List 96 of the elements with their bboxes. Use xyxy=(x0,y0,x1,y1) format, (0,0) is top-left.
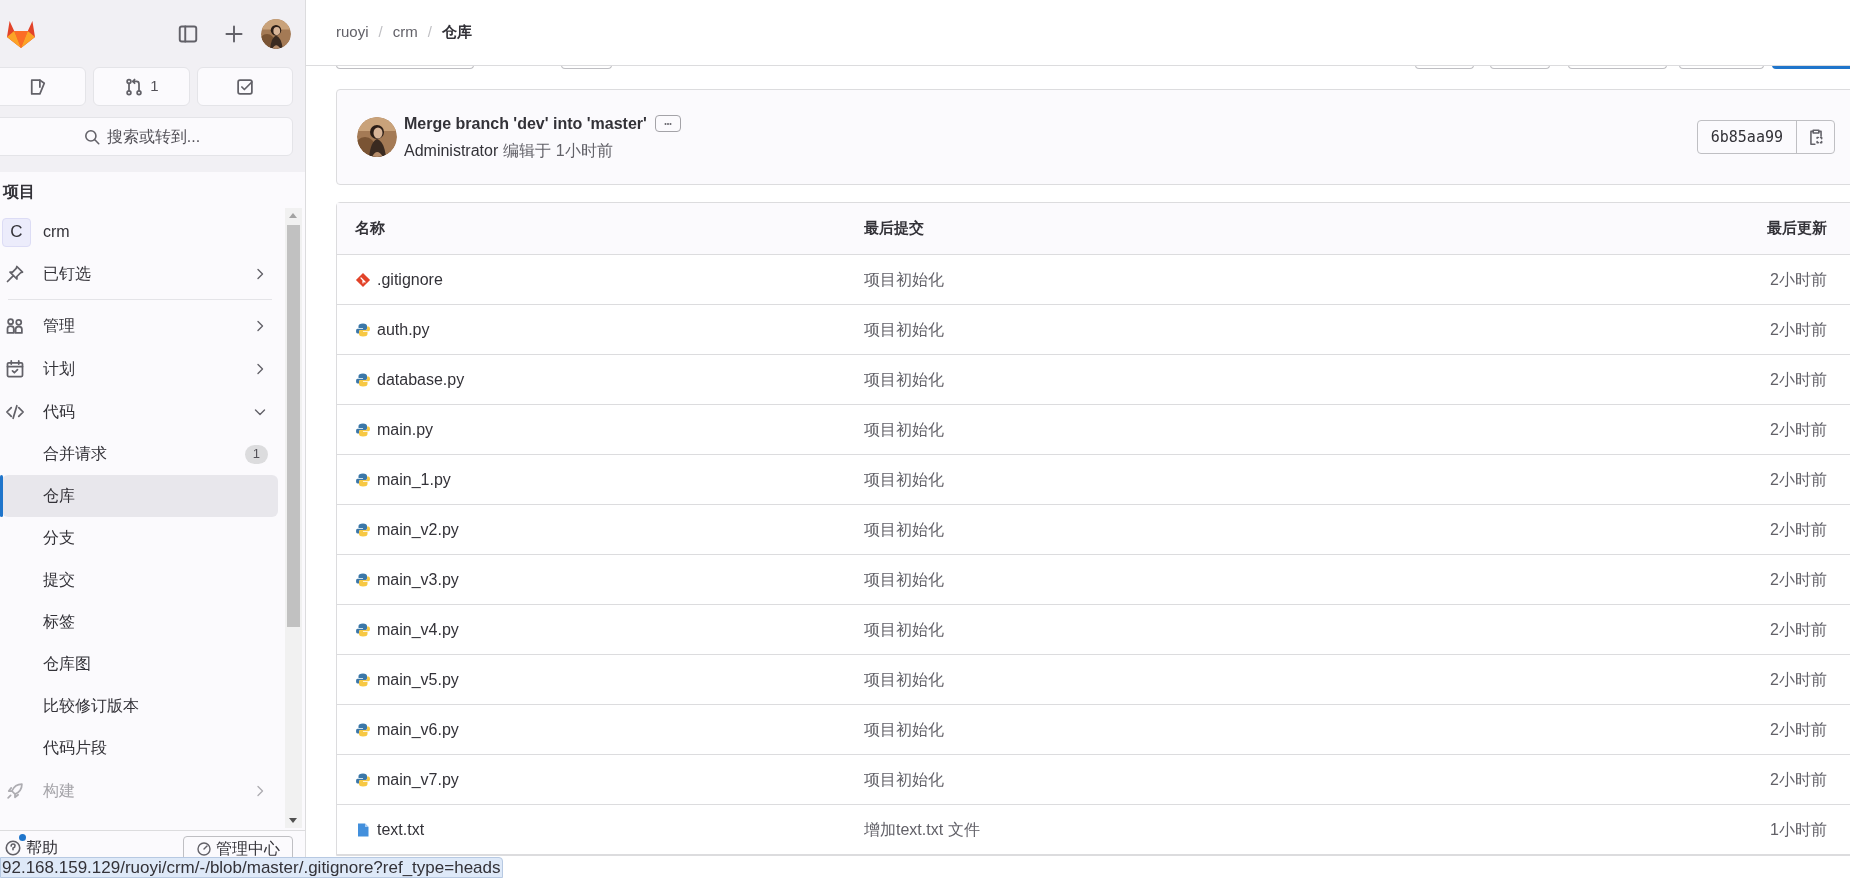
more-button[interactable] xyxy=(654,115,681,132)
commit-message-link[interactable]: 项目初始化 xyxy=(864,617,944,642)
column-header: 最后更新 xyxy=(1766,218,1828,239)
commit-time: 编辑于 1小时前 xyxy=(503,140,613,161)
issues-button[interactable] xyxy=(0,67,87,106)
commit-message-link[interactable]: 项目初始化 xyxy=(864,567,944,592)
updated-time: 2小时前 xyxy=(1769,419,1828,440)
nav-item[interactable]: 分支 xyxy=(2,517,278,559)
python-file-icon xyxy=(355,771,371,788)
updated-time: 2小时前 xyxy=(1769,369,1828,390)
scrollbar-thumb[interactable] xyxy=(287,225,300,627)
nav-item[interactable]: 代码 xyxy=(2,390,278,433)
updated-time: 2小时前 xyxy=(1769,719,1828,740)
commit-message-link[interactable]: 项目初始化 xyxy=(864,317,944,342)
file-link[interactable]: text.txt xyxy=(377,817,425,842)
file-link[interactable]: auth.py xyxy=(377,317,430,342)
updated-time: 2小时前 xyxy=(1769,769,1828,790)
nav-item[interactable]: 合并请求 1 xyxy=(2,433,278,475)
nav-item[interactable]: 已钉选 xyxy=(2,252,278,295)
pin-icon xyxy=(5,263,25,284)
breadcrumb-link[interactable]: crm xyxy=(392,21,418,44)
breadcrumb-separator: / xyxy=(427,22,432,43)
admin-icon xyxy=(196,841,212,857)
search-field[interactable]: 搜索或转到... xyxy=(0,117,293,156)
users-icon xyxy=(5,315,25,336)
scrollbar[interactable] xyxy=(285,208,302,828)
updated-time: 2小时前 xyxy=(1769,569,1828,590)
python-file-icon xyxy=(355,371,371,388)
python-file-icon xyxy=(355,571,371,588)
nav-item[interactable]: 管理 xyxy=(2,304,278,347)
file-link[interactable]: main_v5.py xyxy=(377,667,459,692)
updated-time: 2小时前 xyxy=(1769,619,1828,640)
updated-time: 2小时前 xyxy=(1769,319,1828,340)
commit-message-link[interactable]: 项目初始化 xyxy=(864,517,944,542)
file-link[interactable]: main_v3.py xyxy=(377,567,459,592)
updated-time: 2小时前 xyxy=(1769,469,1828,490)
merge-icon xyxy=(124,76,145,97)
python-file-icon xyxy=(355,671,371,688)
nav-item[interactable]: 比较修订版本 xyxy=(2,685,278,727)
search-icon xyxy=(82,127,101,146)
column-header: 最后提交 xyxy=(864,218,925,239)
column-header: 名称 xyxy=(354,218,386,239)
scroll-down-arrow-icon[interactable] xyxy=(289,818,297,823)
commit-message-link[interactable]: 项目初始化 xyxy=(864,417,944,442)
file-link[interactable]: database.py xyxy=(377,367,465,392)
commit-message-link[interactable]: 项目初始化 xyxy=(864,367,944,392)
section-heading: 项目 xyxy=(1,182,36,202)
file-link[interactable]: main.py xyxy=(377,417,434,442)
commit-message-link[interactable]: 项目初始化 xyxy=(864,717,944,742)
commit-message-link[interactable]: 增加text.txt 文件 xyxy=(864,817,980,842)
nav-item[interactable]: 提交 xyxy=(2,559,278,601)
breadcrumb-link[interactable]: 仓库 xyxy=(441,21,472,44)
nav-item[interactable]: 仓库 xyxy=(2,475,278,517)
status-url-tooltip: 92.168.159.129/ruoyi/crm/-/blob/master/.gitignore?ref_type=heads xyxy=(0,857,503,878)
breadcrumb-separator: / xyxy=(378,22,383,43)
updated-time: 2小时前 xyxy=(1769,269,1828,290)
file-link[interactable]: main_v2.py xyxy=(377,517,459,542)
project-avatar: C xyxy=(2,217,31,247)
count-badge: 1 xyxy=(244,444,268,464)
nav-item[interactable]: 标签 xyxy=(2,601,278,643)
toolbar-button[interactable] xyxy=(1772,65,1850,69)
file-link[interactable]: main_1.py xyxy=(377,467,451,492)
file-link[interactable]: main_v7.py xyxy=(377,767,459,792)
commit-message-link[interactable]: 项目初始化 xyxy=(864,467,944,492)
updated-time: 2小时前 xyxy=(1769,669,1828,690)
project-link[interactable]: C crm xyxy=(2,212,278,252)
file-link[interactable]: .gitignore xyxy=(377,267,443,292)
commit-message-link[interactable]: 项目初始化 xyxy=(864,767,944,792)
todo-icon xyxy=(234,76,255,97)
help-icon xyxy=(4,839,22,857)
python-file-icon xyxy=(355,421,371,438)
nav-item[interactable]: 计划 xyxy=(2,347,278,390)
commit-title-link[interactable]: Merge branch 'dev' into 'master' xyxy=(404,111,647,136)
breadcrumb-link[interactable]: ruoyi xyxy=(336,21,369,44)
nav-item[interactable]: 代码片段 xyxy=(2,727,278,769)
python-file-icon xyxy=(355,321,371,338)
scroll-up-arrow-icon[interactable] xyxy=(289,213,297,218)
calendar-icon xyxy=(5,358,25,379)
todo-button[interactable] xyxy=(196,67,293,106)
user-avatar-button[interactable] xyxy=(261,18,291,49)
file-link[interactable]: main_v6.py xyxy=(377,717,459,742)
nav-item[interactable]: 仓库图 xyxy=(2,643,278,685)
merge-button[interactable]: 1 xyxy=(93,67,190,106)
file-icon xyxy=(355,821,371,838)
python-file-icon xyxy=(355,471,371,488)
updated-time: 2小时前 xyxy=(1769,519,1828,540)
python-file-icon xyxy=(355,721,371,738)
commit-message-link[interactable]: 项目初始化 xyxy=(864,667,944,692)
commit-message-link[interactable]: 项目初始化 xyxy=(864,267,944,292)
updated-time: 1小时前 xyxy=(1769,819,1828,840)
python-file-icon xyxy=(355,521,371,538)
sidebar-icon xyxy=(177,22,199,45)
rocket-icon xyxy=(5,780,25,801)
file-link[interactable]: main_v4.py xyxy=(377,617,459,642)
python-file-icon xyxy=(355,621,371,638)
author-link[interactable]: Administrator xyxy=(404,138,499,163)
